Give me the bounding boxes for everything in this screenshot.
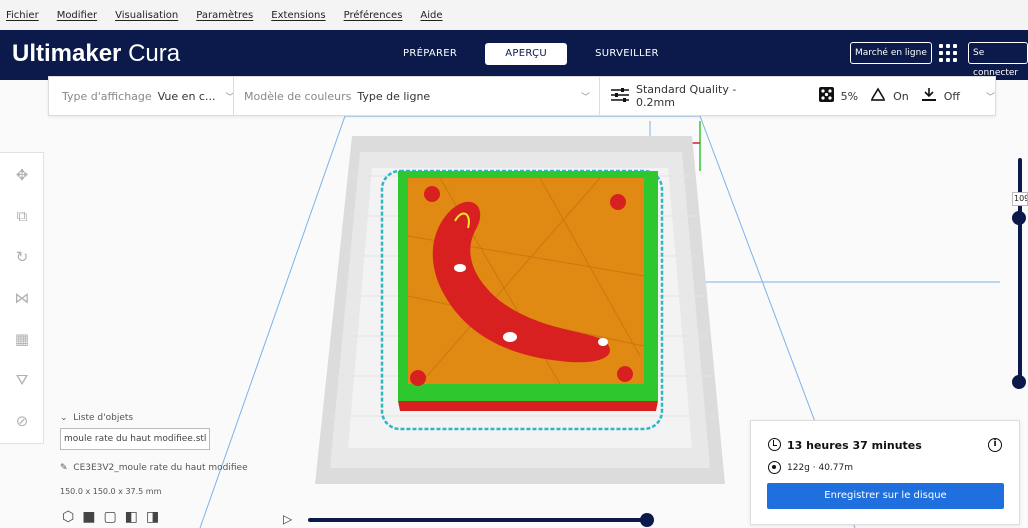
layer-slider-top-handle[interactable] [1012, 211, 1026, 225]
play-icon[interactable]: ▷ [283, 512, 292, 526]
stage-tabs: PRÉPARER APERÇU SURVEILLER [385, 43, 677, 65]
app-logo: Ultimaker Cura [12, 40, 180, 68]
chevron-down-icon[interactable]: ﹀ [581, 90, 590, 103]
menu-file[interactable]: Fichier [6, 10, 39, 21]
adhesion-icon [921, 87, 937, 105]
app-header: Ultimaker Cura PRÉPARER APERÇU SURVEILLE… [0, 30, 1028, 80]
machine-job-name[interactable]: ✎ CE3E3V2_moule rate du haut modifiee [60, 463, 248, 473]
path-slider-track[interactable] [308, 518, 648, 522]
tab-prepare[interactable]: PRÉPARER [385, 43, 475, 65]
rotate-icon[interactable]: ↻ [12, 247, 32, 267]
apps-grid-icon[interactable] [939, 44, 957, 62]
clock-icon [768, 438, 781, 451]
object-list-toggle[interactable]: ⌄ Liste d'objets [60, 413, 360, 423]
spool-icon [768, 461, 781, 474]
menu-view[interactable]: Visualisation [115, 10, 178, 21]
3d-view-icon[interactable]: ⬡ [62, 509, 74, 525]
support-value: On [893, 89, 909, 103]
tab-preview[interactable]: APERÇU [485, 43, 568, 65]
per-model-settings-icon[interactable]: ▦ [12, 329, 32, 349]
layer-slider-bottom-handle[interactable] [1012, 375, 1026, 389]
layer-number-field[interactable]: 109 [1012, 192, 1028, 206]
toolbar-divider [599, 77, 600, 115]
model-dimensions: 150.0 x 150.0 x 37.5 mm [60, 487, 162, 496]
mirror-icon[interactable]: ⋈ [12, 288, 32, 308]
logo-light: Cura [128, 40, 181, 67]
menu-edit[interactable]: Modifier [57, 10, 97, 21]
quality-profile: Standard Quality - 0.2mm [636, 83, 737, 109]
save-to-disk-button[interactable]: Enregistrer sur le disque [767, 483, 1004, 509]
object-list-title: Liste d'objets [73, 413, 134, 423]
print-time: 13 heures 37 minutes [787, 439, 922, 452]
toolbar-divider [233, 77, 234, 115]
view-type-select[interactable]: Type d'affichage Vue en c... ﹀ [62, 77, 234, 115]
pencil-icon[interactable]: ✎ [60, 463, 68, 473]
tab-monitor[interactable]: SURVEILLER [577, 43, 677, 65]
print-settings-button[interactable]: Standard Quality - 0.2mm 5% On Off ﹀ [611, 77, 995, 115]
color-scheme-value: Type de ligne [357, 89, 431, 103]
view-type-label: Type d'affichage [62, 89, 152, 103]
tool-rail: ✥ ⧉ ↻ ⋈ ▦ ⛛ ⊘ [0, 152, 44, 444]
info-icon[interactable]: i [988, 438, 1002, 452]
scale-icon[interactable]: ⧉ [12, 206, 32, 226]
menu-preferences[interactable]: Préférences [344, 10, 403, 21]
front-view-icon[interactable]: ■ [82, 509, 95, 525]
settings-sliders-icon [611, 87, 629, 105]
menu-extensions[interactable]: Extensions [271, 10, 325, 21]
menu-settings[interactable]: Paramètres [196, 10, 253, 21]
color-scheme-label: Modèle de couleurs [244, 89, 352, 103]
cura-window: Fichier Modifier Visualisation Paramètre… [0, 0, 1028, 528]
material-usage: 122g · 40.77m [787, 463, 854, 473]
chevron-down-icon: ⌄ [60, 413, 68, 423]
chevron-down-icon: ﹀ [986, 92, 996, 103]
logo-bold: Ultimaker [12, 40, 122, 67]
support-icon [870, 87, 886, 105]
signin-button[interactable]: Se connecter [968, 42, 1028, 78]
tool-extra-icon[interactable]: ⊘ [12, 411, 32, 431]
object-file-item[interactable]: moule rate du haut modifiee.stl [60, 428, 210, 450]
menu-bar: Fichier Modifier Visualisation Paramètre… [0, 0, 1028, 30]
left-view-icon[interactable]: ◧ [125, 509, 138, 525]
infill-value: 5% [840, 89, 859, 103]
infill-icon [818, 87, 834, 105]
adhesion-value: Off [943, 89, 961, 103]
job-name: CE3E3V2_moule rate du haut modifiee [73, 463, 248, 473]
support-blocker-icon[interactable]: ⛛ [12, 370, 32, 390]
color-scheme-select[interactable]: Modèle de couleurs Type de ligne [244, 77, 430, 115]
right-view-icon[interactable]: ◨ [146, 509, 159, 525]
marketplace-button[interactable]: Marché en ligne [850, 42, 932, 64]
camera-views: ⬡ ■ ▢ ◧ ◨ [62, 509, 159, 525]
print-info-panel: 13 heures 37 minutes i 122g · 40.77m Enr… [750, 420, 1020, 525]
menu-help[interactable]: Aide [420, 10, 442, 21]
move-icon[interactable]: ✥ [12, 165, 32, 185]
path-slider-handle[interactable] [640, 513, 654, 527]
view-type-value: Vue en c... [157, 89, 216, 103]
view-toolbar: Type d'affichage Vue en c... ﹀ Modèle de… [48, 76, 996, 116]
top-view-icon[interactable]: ▢ [103, 509, 116, 525]
